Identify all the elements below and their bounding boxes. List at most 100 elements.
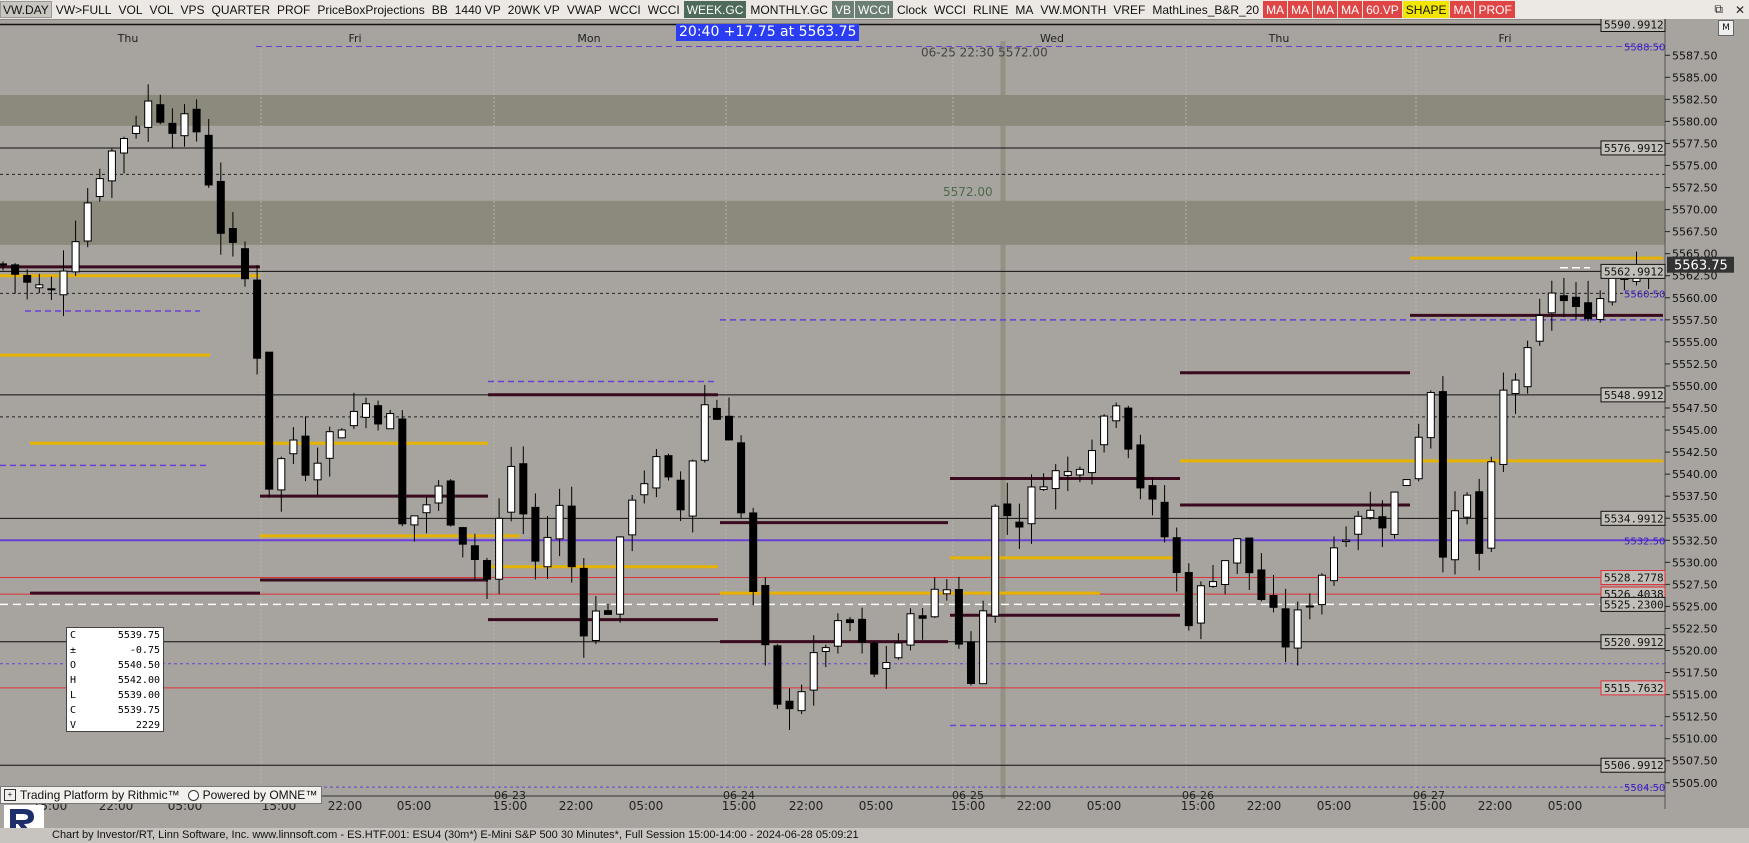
candle-body: [1414, 436, 1423, 480]
toolbar-button-wcci[interactable]: WCCI: [645, 1, 683, 18]
candle: [712, 399, 721, 421]
candle-body: [228, 228, 237, 243]
y-tick-label: 5540.00: [1672, 468, 1718, 481]
candle: [1342, 526, 1351, 547]
candle: [797, 684, 806, 715]
candle: [616, 536, 625, 623]
candle-body: [253, 279, 262, 359]
toolbar-button-clock[interactable]: Clock: [894, 1, 930, 18]
toolbar-button-1440-vp[interactable]: 1440 VP: [452, 1, 504, 18]
ohlc-value: 5540.50: [117, 660, 160, 671]
toolbar-button-ma[interactable]: MA: [1313, 1, 1338, 18]
y-tick-label: 5530.00: [1672, 556, 1718, 569]
candle: [1233, 538, 1242, 574]
ohlc-row: L 5539.00: [70, 688, 160, 703]
toolbar-button-vol[interactable]: VOL: [147, 1, 177, 18]
toolbar-button-vol[interactable]: VOL: [115, 1, 145, 18]
price-level-label: 5525.2300: [1604, 598, 1664, 611]
candle: [1559, 277, 1568, 318]
toolbar-button-ma[interactable]: MA: [1288, 1, 1313, 18]
toolbar-button-vb[interactable]: VB: [831, 1, 854, 18]
toolbar-button-monthly-gc[interactable]: MONTHLY.GC: [747, 1, 831, 18]
toolbar-button-priceboxprojections[interactable]: PriceBoxProjections: [314, 1, 427, 18]
candle: [809, 635, 818, 706]
candle-body: [664, 455, 673, 478]
y-tick-label: 5515.00: [1672, 689, 1718, 702]
x-day-label: Wed: [1040, 32, 1064, 45]
candle-body: [797, 691, 806, 712]
x-tick-label: 05:00: [397, 799, 432, 813]
toolbar-button-prof[interactable]: PROF: [1475, 1, 1515, 18]
toolbar-button-shape[interactable]: SHAPE: [1402, 1, 1450, 18]
candle: [870, 641, 879, 678]
radio-icon[interactable]: [187, 789, 199, 801]
close-icon[interactable]: ✕: [1735, 3, 1745, 17]
candle: [1330, 536, 1338, 586]
ohlc-row: C 5539.75: [70, 628, 160, 643]
toolbar-button-60-vp[interactable]: 60.VP: [1363, 1, 1402, 18]
y-tick-label: 5557.50: [1672, 314, 1718, 327]
candle-body: [930, 588, 939, 618]
toolbar-button-vwap[interactable]: VWAP: [564, 1, 605, 18]
candle-body: [652, 456, 661, 489]
candle: [1596, 290, 1605, 323]
toolbar-button-week-gc[interactable]: WEEK.GC: [683, 1, 747, 18]
toolbar-button-wcci[interactable]: WCCI: [931, 1, 969, 18]
toolbar-button-ma[interactable]: MA: [1012, 1, 1036, 18]
x-tick-date: 06-23: [494, 789, 526, 802]
m-button[interactable]: M: [1718, 20, 1734, 36]
y-tick-label: 5517.50: [1672, 667, 1718, 680]
x-day-label: Fri: [1498, 32, 1511, 45]
toolbar-button-ma[interactable]: MA: [1263, 1, 1288, 18]
candle-body: [422, 504, 431, 514]
candle-body: [1293, 609, 1302, 649]
candle-body: [83, 202, 92, 242]
ohlc-row: V 2229: [70, 718, 160, 733]
candle-body: [35, 284, 44, 289]
candle: [1487, 456, 1496, 553]
candle: [313, 447, 322, 496]
toolbar-button-wcci[interactable]: WCCI: [854, 1, 893, 18]
toolbar-button-ma[interactable]: MA: [1450, 1, 1475, 18]
toolbar-button-vref[interactable]: VREF: [1110, 1, 1148, 18]
candle-body: [120, 138, 128, 154]
price-level-label: 5520.9912: [1604, 636, 1664, 649]
candle: [398, 410, 407, 527]
candle: [301, 416, 310, 482]
candle-body: [1584, 302, 1593, 320]
toolbar-button-mathlines-b-r-20[interactable]: MathLines_B&R_20: [1149, 1, 1262, 18]
toolbar-button-rline[interactable]: RLINE: [970, 1, 1011, 18]
candle-body: [362, 403, 370, 418]
candle-body: [1451, 510, 1459, 561]
candle-body: [809, 652, 818, 691]
candle: [253, 264, 262, 375]
candle: [1221, 560, 1230, 595]
indicator-toolbar: VW.DAY VW>FULL VOL VOL VPS QUARTER PROF PriceBo…: [0, 0, 1749, 20]
toolbar-button-ma[interactable]: MA: [1338, 1, 1363, 18]
toolbar-button-vw-full[interactable]: VW>FULL: [53, 1, 115, 18]
ohlc-value: 5539.00: [117, 690, 160, 701]
candle-body: [821, 647, 830, 652]
candle: [543, 515, 552, 579]
toolbar-button-quarter[interactable]: QUARTER: [209, 1, 273, 18]
candle: [1463, 492, 1472, 525]
restore-icon[interactable]: ⧉: [1714, 2, 1723, 17]
toolbar-button-bb[interactable]: BB: [429, 1, 451, 18]
candle-body: [979, 610, 988, 685]
toolbar-button-wcci[interactable]: WCCI: [606, 1, 644, 18]
candle-body: [688, 460, 697, 517]
toolbar-button-20wk-vp[interactable]: 20WK VP: [505, 1, 563, 18]
candle-body: [1378, 516, 1387, 529]
price-level-label: 5560.50: [1624, 289, 1665, 300]
toolbar-button-vps[interactable]: VPS: [178, 1, 208, 18]
candle: [918, 608, 927, 640]
toolbar-button-vw-day[interactable]: VW.DAY: [0, 1, 52, 18]
candle: [991, 504, 1000, 623]
toolbar-button-prof[interactable]: PROF: [274, 1, 313, 18]
expand-icon[interactable]: +: [4, 789, 16, 801]
candle: [579, 558, 588, 658]
candle: [1426, 390, 1435, 449]
toolbar-button-vw-month[interactable]: VW.MONTH: [1037, 1, 1109, 18]
ohlc-value: -0.75: [129, 645, 160, 656]
candle-body: [1257, 569, 1266, 600]
